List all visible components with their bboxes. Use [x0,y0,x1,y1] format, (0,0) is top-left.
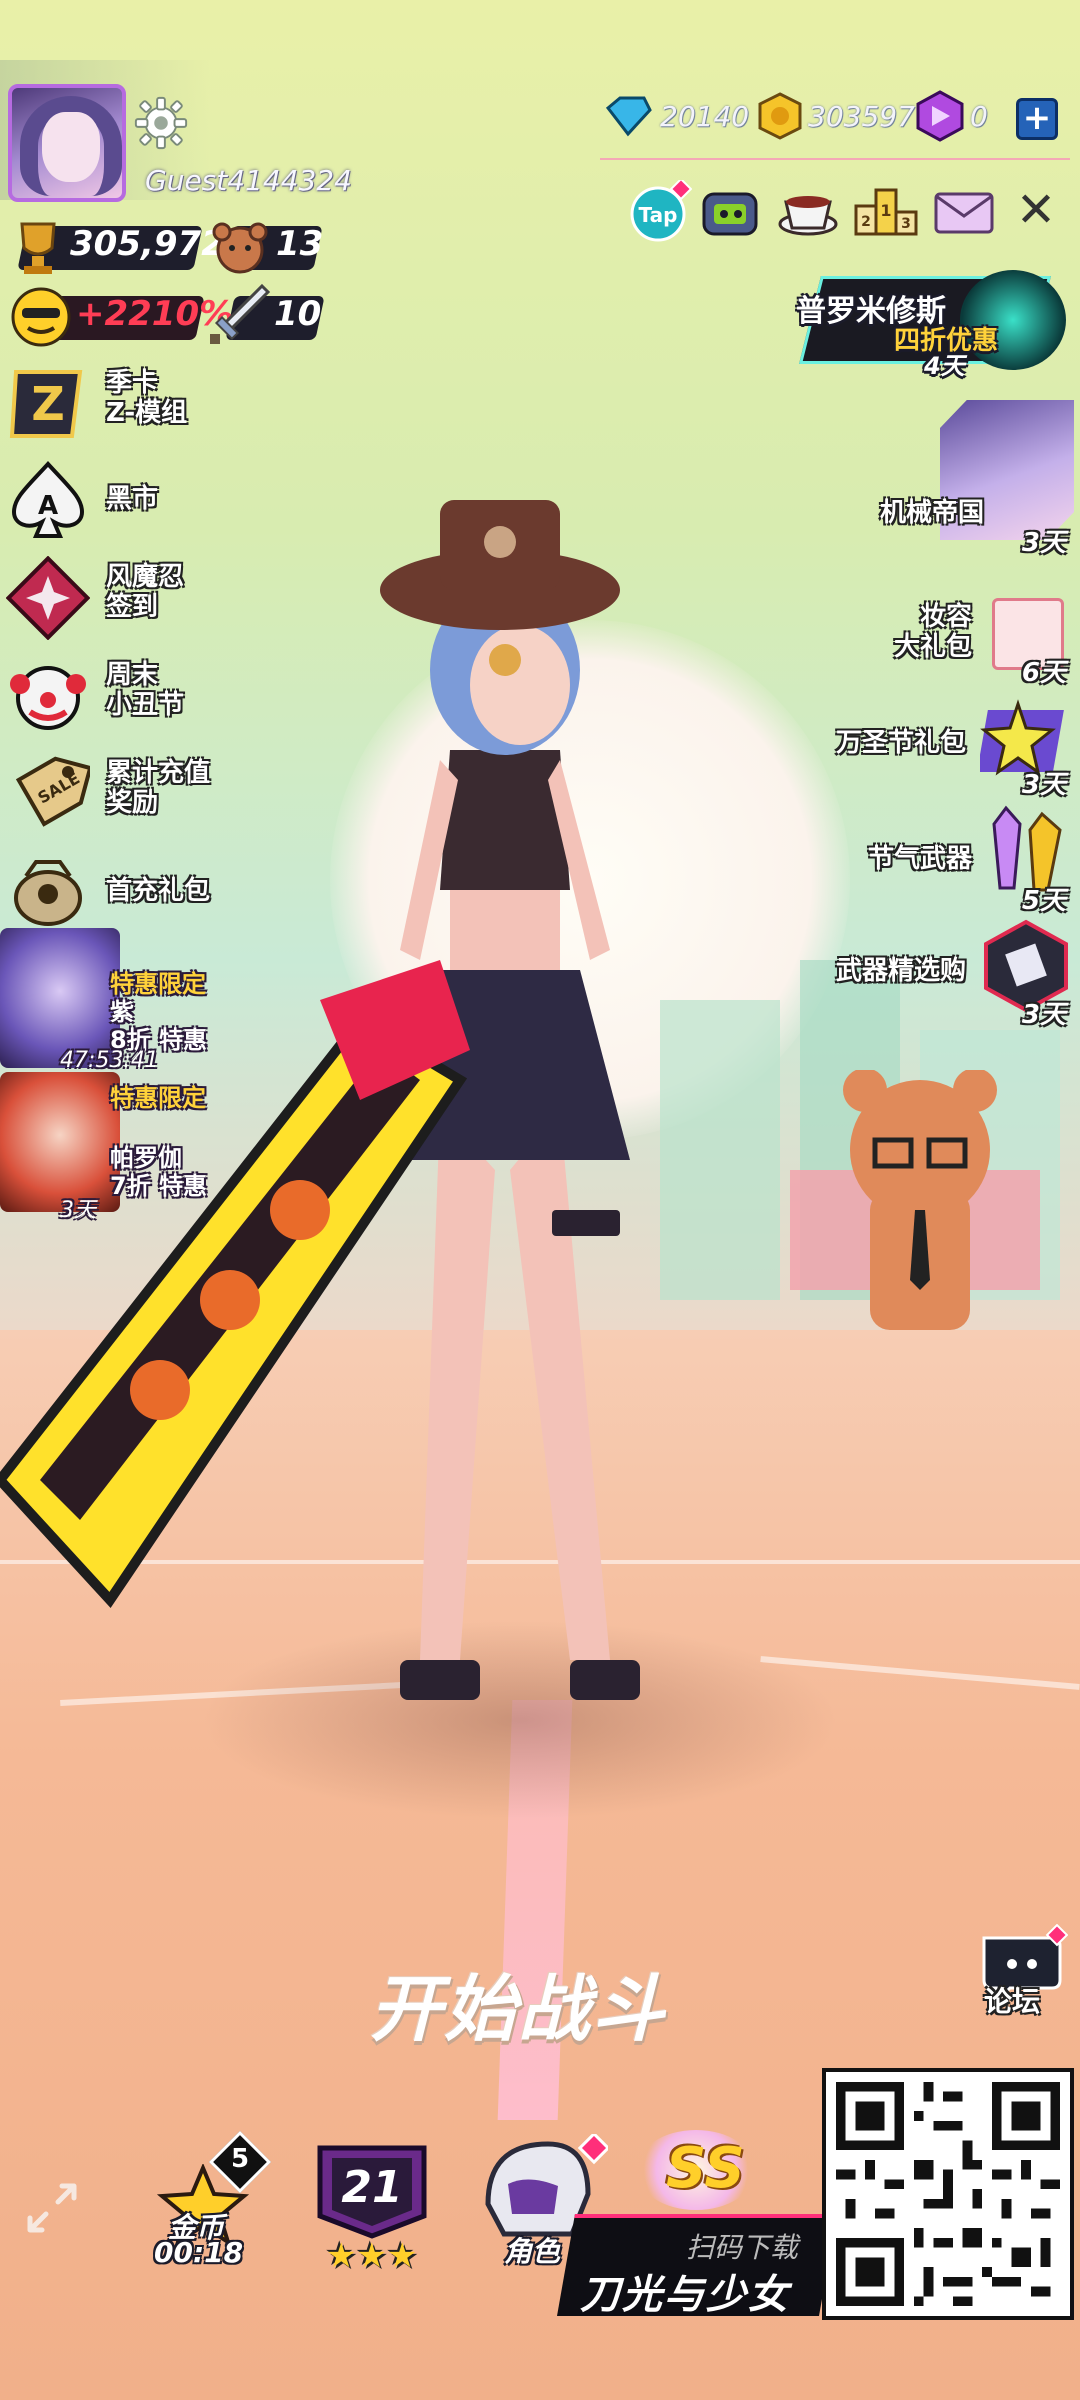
promo-portrait [0,1072,120,1212]
promo-card-red[interactable]: 特惠限定 帕罗伽 7折 特惠 3天 [0,1072,250,1223]
menu-clown-festival[interactable]: 周末 小丑节 [6,654,286,740]
bear-mascot [843,1070,997,1330]
z-module-icon: Z [9,370,83,438]
menu-days: 6天 [1021,658,1066,688]
menu-label: 首充礼包 [106,876,211,906]
gold-timer: 00:18 [154,2236,244,2269]
spade-ace-icon: A [11,461,85,538]
menu-label: 机械帝国 [879,498,984,528]
shop-robot-icon[interactable] [698,180,762,244]
prometheus-banner[interactable]: 普罗米修斯 四折优惠 4天 [790,270,1072,380]
gold-reward-button[interactable]: 5 金币 00:18 [148,2130,272,2270]
ranking-podium-icon[interactable]: 1 2 3 [854,180,918,244]
mail-icon[interactable] [932,180,996,244]
svg-text:3: 3 [901,216,911,232]
coin-icon [758,92,802,140]
menu-label: 风魔忍 签到 [106,562,185,622]
svg-text:Z: Z [31,377,64,431]
banner-days: 4天 [924,352,965,380]
ninja-star-icon [6,556,90,640]
menu-black-market[interactable]: A 黑市 [6,458,286,544]
menu-first-recharge[interactable]: 首充礼包 [6,850,286,936]
menu-season-pass[interactable]: Z 季卡 Z-模组 [6,362,286,448]
gift-bag-icon [14,860,82,926]
promo-title: 特惠限定 [110,1084,206,1112]
svg-text:1: 1 [880,201,891,220]
menu-season-weapon[interactable]: 节气武器 5天 [820,804,1076,916]
menu-halloween-pack[interactable]: 万圣节礼包 3天 [800,698,1076,800]
menu-label: 累计充值 奖励 [106,758,211,818]
player-username: Guest4144324 [145,164,352,197]
bonus-face-icon [11,287,71,347]
download-qr-code [822,2068,1074,2320]
gem-icon [605,96,652,137]
sale-tag-icon: SALE [15,756,90,827]
promo-discount: 7折 特惠 [110,1172,208,1200]
bear-count: 13 [276,224,324,264]
start-battle-button[interactable]: 开始战斗 [370,1950,666,2055]
expand-icon[interactable] [24,2180,80,2236]
bear-icon [212,222,268,274]
menu-weapon-select[interactable]: 武器精选购 3天 [800,918,1076,1030]
menu-label: 武器精选购 [835,956,966,986]
rank-label: SS [666,2136,745,2201]
forum-label: 论坛 [984,1985,1041,2018]
coins-value: 303597 [808,100,915,133]
menu-label: 万圣节礼包 [835,728,966,758]
level-button[interactable]: 21 ★★★ [310,2140,434,2280]
menu-label: 黑市 [106,484,159,514]
close-icon[interactable]: ✕ [1012,186,1060,234]
player-avatar[interactable] [8,84,126,202]
menu-days: 5天 [1021,886,1066,916]
menu-days: 3天 [1021,528,1066,558]
svg-text:A: A [38,491,58,521]
trophy-count: 305,972 [70,224,225,264]
promo-timer: 47:53:41 [60,1048,159,1073]
tap-icon[interactable]: Tap [628,180,692,244]
promo-card-purple[interactable]: 特惠限定 紫 8折 特惠 47:53:41 [0,928,250,1078]
menu-days: 3天 [1021,1000,1066,1030]
level-stars: ★★★ [326,2236,418,2276]
svg-text:2: 2 [861,214,871,230]
menu-days: 3天 [1021,770,1066,800]
qr-pattern [826,2072,1070,2316]
trophy-icon [20,222,56,274]
menu-mech-empire[interactable]: 机械帝国 3天 [820,400,1076,558]
menu-label: 妆容 大礼包 [893,602,972,662]
download-line1: 扫码下载 [686,2231,799,2264]
menu-makeup-pack[interactable]: 妆容 大礼包 6天 [820,592,1076,692]
sword-icon [210,283,271,344]
add-currency-button[interactable]: + [1016,98,1058,140]
level-number: 21 [341,2162,403,2213]
svg-text:Tap: Tap [639,203,678,227]
promo-timer: 3天 [60,1198,96,1223]
menu-recharge-reward[interactable]: SALE 累计充值 奖励 [6,752,286,838]
crystal-icon [916,90,964,142]
weapon-level: 10 [274,294,322,334]
menu-label: 节气武器 [867,844,972,874]
menu-ninja-signin[interactable]: 风魔忍 签到 [6,556,286,642]
menu-label: 季卡 Z-模组 [106,368,188,428]
gold-badge-count: 5 [230,2144,250,2174]
gear-icon[interactable] [132,94,190,152]
character-label: 角色 [504,2235,561,2268]
gems-value: 20140 [660,100,750,133]
clown-icon [10,666,86,730]
crystals-value: 0 [970,100,988,133]
rank-button[interactable]: SS [630,2130,780,2220]
teacup-icon[interactable] [776,180,840,244]
menu-label: 周末 小丑节 [106,660,185,720]
promo-portrait [0,928,120,1068]
download-title: 刀光与少女 [580,2272,790,2318]
top-divider [600,158,1070,160]
